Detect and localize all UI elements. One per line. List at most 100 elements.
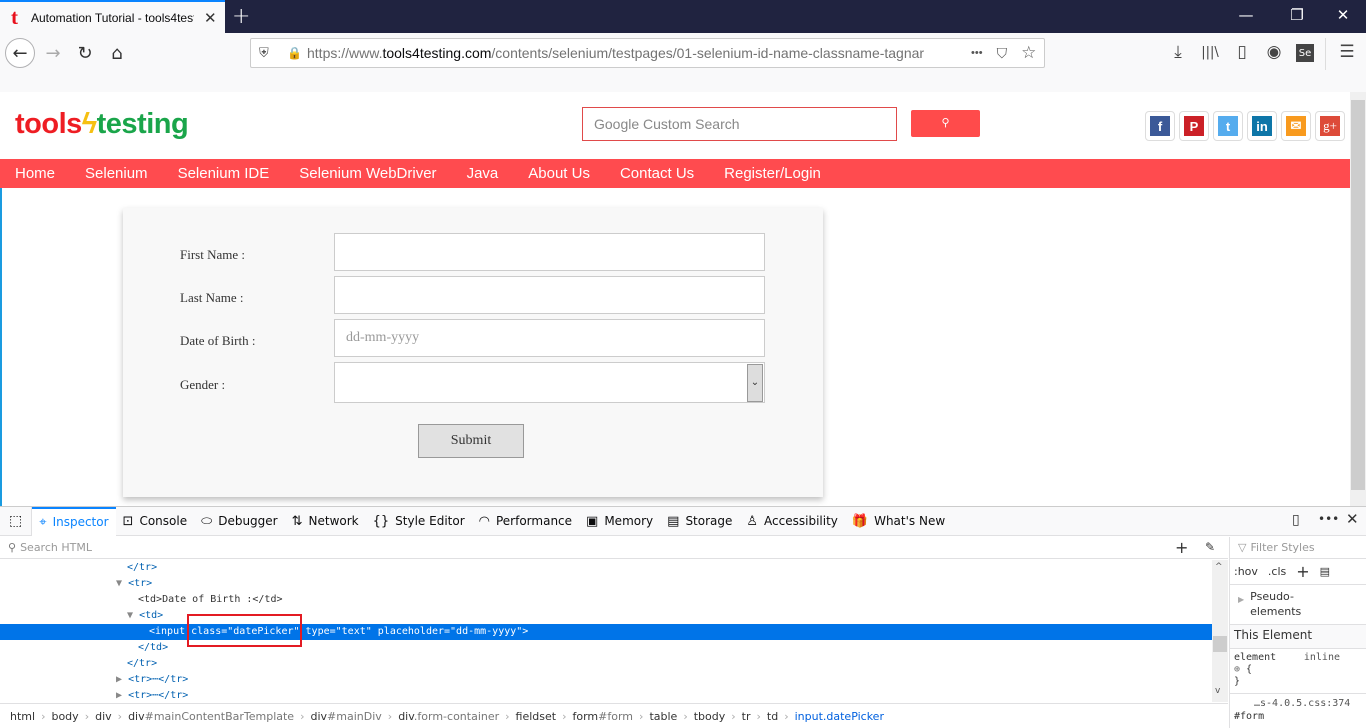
googleplus-share-button[interactable]: g+ <box>1315 111 1345 141</box>
scrollbar-thumb[interactable] <box>1213 636 1227 652</box>
chevron-down-icon[interactable]: ⌄ <box>747 364 763 402</box>
site-search-input[interactable]: Google Custom Search <box>582 107 897 141</box>
pocket-icon[interactable]: ⛉ <box>997 45 1008 62</box>
site-logo[interactable]: toolsϟtesting <box>15 108 189 141</box>
bookmark-star-icon[interactable]: ☆ <box>1021 43 1036 63</box>
element-picker-button[interactable]: ⬚ <box>0 506 33 536</box>
stylesheet-link[interactable]: …s-4.0.5.css:374 <box>1234 697 1362 710</box>
breadcrumb-item[interactable]: div#mainDiv <box>310 710 381 723</box>
menu-item-java[interactable]: Java <box>467 165 499 182</box>
linkedin-share-button[interactable]: in <box>1247 111 1277 141</box>
menu-item-selenium-ide[interactable]: Selenium IDE <box>178 165 270 182</box>
tab-accessibility[interactable]: ♙ Accessibility <box>739 507 845 536</box>
site-search-button[interactable]: ⚲ <box>911 110 980 137</box>
last-name-input[interactable] <box>334 276 765 314</box>
tab-whats-new[interactable]: 🎁 What's New <box>845 507 952 536</box>
breadcrumb-item[interactable]: table <box>649 710 677 723</box>
menu-item-about-us[interactable]: About Us <box>528 165 590 182</box>
tab-performance[interactable]: ◠ Performance <box>472 507 579 536</box>
breadcrumb-item[interactable]: div.form-container <box>398 710 499 723</box>
downloads-icon[interactable]: ⤓ <box>1166 42 1190 62</box>
rule-source[interactable]: inline <box>1304 652 1340 664</box>
url-text[interactable]: https://www.tools4testing.com/contents/s… <box>307 45 947 61</box>
tab-style-editor[interactable]: {} Style Editor <box>366 507 472 536</box>
gender-select[interactable]: ⌄ <box>334 362 765 403</box>
print-styles-icon[interactable]: ▤ <box>1320 565 1330 578</box>
tab-debugger[interactable]: ⬭ Debugger <box>194 507 285 536</box>
tree-line[interactable]: </tr> <box>127 656 157 672</box>
search-html-input[interactable]: ⚲ Search HTML <box>0 537 1228 559</box>
tab-inspector[interactable]: ⌖ Inspector <box>32 506 116 536</box>
cls-toggle[interactable]: .cls <box>1268 565 1286 578</box>
sidebar-icon[interactable]: ▯ <box>1230 42 1254 62</box>
menu-item-contact-us[interactable]: Contact Us <box>620 165 694 182</box>
devtools-options-icon[interactable]: ••• <box>1318 512 1339 526</box>
menu-item-register-login[interactable]: Register/Login <box>724 165 821 182</box>
new-tab-button[interactable]: + <box>232 4 250 29</box>
submit-button[interactable]: Submit <box>418 424 524 458</box>
pseudo-elements-toggle[interactable]: ▶ Pseudo-elements <box>1230 585 1366 625</box>
menu-item-home[interactable]: Home <box>15 165 55 182</box>
breadcrumb-item[interactable]: form#form <box>573 710 634 723</box>
menu-item-selenium[interactable]: Selenium <box>85 165 148 182</box>
facebook-share-button[interactable]: f <box>1145 111 1175 141</box>
scroll-up-icon[interactable]: ^ <box>1215 562 1223 572</box>
restore-button[interactable]: ❐ <box>1274 6 1320 24</box>
devtools-close-icon[interactable]: ✕ <box>1346 510 1359 528</box>
tree-line[interactable]: ▶ <tr>⋯</tr> <box>116 672 188 688</box>
breadcrumb-item[interactable]: fieldset <box>516 710 557 723</box>
breadcrumb-item[interactable]: body <box>51 710 78 723</box>
tab-console[interactable]: ⊡ Console <box>116 507 195 536</box>
account-icon[interactable]: ◉ <box>1262 42 1286 62</box>
scroll-down-icon[interactable]: v <box>1215 686 1220 696</box>
breadcrumb-item[interactable]: tr <box>742 710 751 723</box>
page-actions-icon[interactable]: ••• <box>971 47 983 59</box>
markup-scrollbar[interactable]: ^ v <box>1212 560 1228 702</box>
home-button[interactable]: ⌂ <box>102 38 132 68</box>
library-icon[interactable]: |||\ <box>1198 45 1222 60</box>
breadcrumb-item[interactable]: tbody <box>694 710 726 723</box>
add-rule-icon[interactable]: + <box>1296 562 1309 581</box>
page-scrollbar[interactable] <box>1350 92 1366 506</box>
back-button[interactable]: ← <box>5 38 35 68</box>
tree-line[interactable]: ▼ <tr> <box>116 576 152 592</box>
pinterest-share-button[interactable]: P <box>1179 111 1209 141</box>
browser-tab[interactable]: t Automation Tutorial - tools4testing ✕ <box>0 0 225 33</box>
breadcrumb-item[interactable]: div#mainContentBarTemplate <box>128 710 294 723</box>
menu-item-selenium-webdriver[interactable]: Selenium WebDriver <box>299 165 436 182</box>
tab-network[interactable]: ⇅ Network <box>285 507 366 536</box>
tab-memory[interactable]: ▣ Memory <box>579 507 660 536</box>
minimize-button[interactable]: — <box>1223 6 1269 24</box>
breadcrumb-item[interactable]: html <box>10 710 35 723</box>
breadcrumb-item[interactable]: div <box>95 710 112 723</box>
dob-input[interactable]: dd-mm-yyyy <box>334 319 765 357</box>
twitter-share-button[interactable]: t <box>1213 111 1243 141</box>
responsive-design-icon[interactable]: ▯ <box>1292 512 1300 528</box>
tree-line[interactable]: </td> <box>138 640 168 656</box>
lock-icon[interactable]: 🔒 <box>287 46 307 60</box>
tree-line[interactable]: </tr> <box>127 560 157 576</box>
window-close-button[interactable]: ✕ <box>1320 6 1366 24</box>
breadcrumb-item-current[interactable]: input.datePicker <box>795 710 884 723</box>
add-node-icon[interactable]: + <box>1175 538 1188 557</box>
email-share-button[interactable]: ✉ <box>1281 111 1311 141</box>
reload-button[interactable]: ↻ <box>70 38 100 68</box>
hov-toggle[interactable]: :hov <box>1234 565 1258 578</box>
selenium-extension-icon[interactable]: Se <box>1296 44 1314 62</box>
tracking-shield-icon[interactable]: ⛨ <box>259 45 279 61</box>
filter-styles-input[interactable]: ▽ Filter Styles <box>1230 537 1366 559</box>
search-icon: ⚲ <box>941 116 950 129</box>
tree-line[interactable]: ▶ <tr>⋯</tr> <box>116 688 188 704</box>
menu-icon[interactable]: ☰ <box>1335 42 1359 62</box>
tree-line[interactable]: ▼ <td> <box>127 608 163 624</box>
tree-line[interactable]: <td>Date of Birth :</td> <box>138 592 283 608</box>
first-name-input[interactable] <box>334 233 765 271</box>
url-bar[interactable]: ⛨ 🔒 https://www.tools4testing.com/conten… <box>250 38 1045 68</box>
tab-storage[interactable]: ▤ Storage <box>660 507 739 536</box>
breadcrumb-item[interactable]: td <box>767 710 778 723</box>
tab-close-icon[interactable]: ✕ <box>204 9 217 27</box>
scrollbar-thumb[interactable] <box>1351 100 1365 490</box>
tree-line-selected[interactable]: <input class="datePicker" type="text" pl… <box>0 624 1212 640</box>
forward-button[interactable]: → <box>38 38 68 68</box>
eyedropper-icon[interactable]: ✎ <box>1205 540 1215 554</box>
